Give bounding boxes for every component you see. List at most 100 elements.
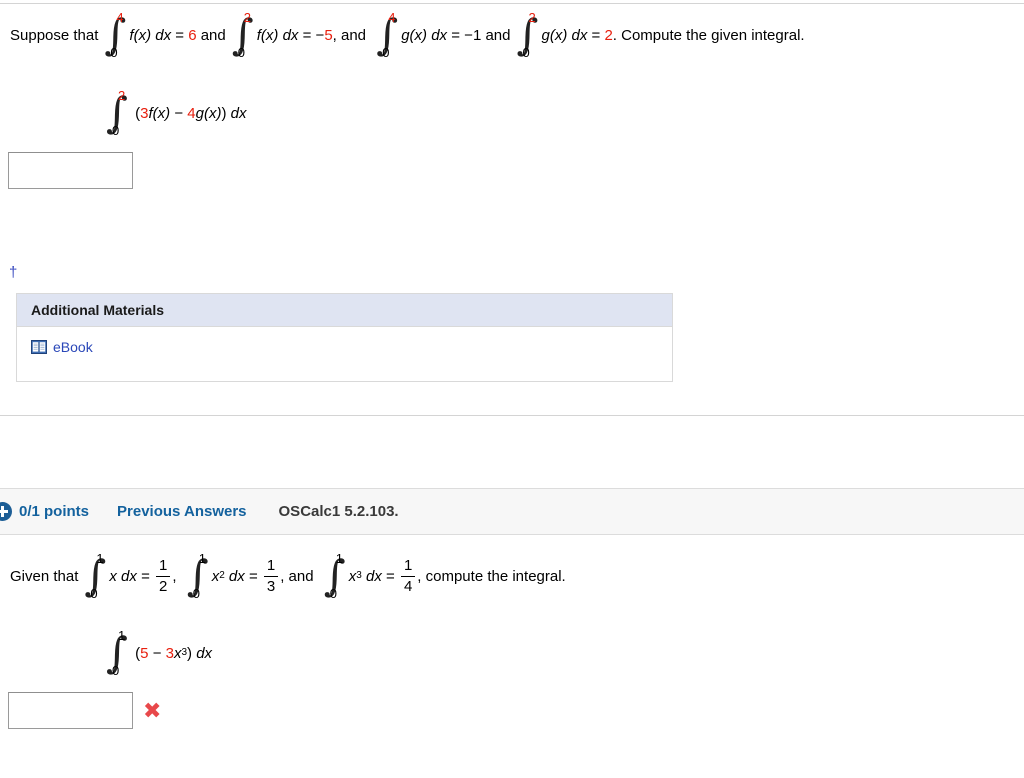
conjunction: , and [332,26,367,44]
equals-sign: = [141,567,150,585]
integrand: g(x) [401,26,428,44]
integrand: f(x) [129,26,152,44]
ebook-link[interactable]: eBook [31,339,93,355]
problem1-prompt: Suppose that ∫ 4 0 f(x) dx = 6 and ∫ 2 0… [10,10,805,60]
integral-symbol: ∫ 4 0 [102,11,128,60]
integral-upper-limit: 2 [528,10,536,25]
fraction: 1 3 [263,556,279,595]
term-2: g(x) [195,104,222,122]
plus-circle-icon[interactable] [0,502,12,521]
integral-lower-limit: 0 [112,123,120,138]
fraction-bar [156,575,171,577]
fraction-bar [400,575,416,577]
conjunction: and [485,26,511,44]
fraction-denominator: 4 [403,577,413,595]
integral-lower-limit: 0 [329,586,337,601]
points-label: 0/1 points [19,503,90,520]
minus-sign: − [464,26,473,44]
incorrect-mark: ✖ [143,699,162,724]
minus-operator: − [174,104,184,122]
integral-upper-limit: 1 [118,628,126,643]
equals-sign: = [591,26,601,44]
fraction-denominator: 3 [266,577,276,595]
fraction-denominator: 2 [159,577,168,595]
section-divider [0,415,1024,416]
conjunction: , and [280,567,314,585]
equals-sign: = [386,567,395,585]
equals-sign: = [175,26,185,44]
integral-upper-limit: 2 [243,10,251,25]
problem1-target-expression: ∫ 2 0 ( 3 f(x) − 4 g(x) ) dx [100,88,247,138]
differential: dx [230,104,247,122]
integral-lower-limit: 0 [382,45,390,60]
integrand: f(x) [256,26,279,44]
additional-materials-body: eBook [17,327,672,372]
problem2-header-bar: 0/1 points Previous Answers OSCalc1 5.2.… [0,488,1024,535]
additional-materials-panel: Additional Materials eBook [16,293,673,382]
integrand: x [109,567,117,585]
integral-upper-limit: 1 [335,551,343,566]
integral-upper-limit: 2 [118,88,126,103]
minus-operator: − [152,644,162,662]
top-divider [0,3,1024,4]
coefficient-1: 3 [140,104,149,122]
fraction-numerator: 1 [403,556,413,574]
integral-upper-limit: 4 [388,10,396,25]
integral-symbol: ∫ 1 0 [82,551,108,601]
prompt-suffix: , compute the integral. [417,567,566,585]
integrand: x [211,567,220,585]
fraction-numerator: 1 [266,556,276,574]
differential: dx [571,26,588,44]
term-2: x [173,644,182,662]
integral-symbol: ∫ 2 0 [230,10,256,60]
coefficient-2: 4 [187,104,196,122]
coefficient-1: 5 [140,644,149,662]
differential: dx [228,567,245,585]
integral-symbol: ∫ 2 0 [514,10,540,60]
problem2-answer-input[interactable] [8,692,133,729]
equals-sign: = [451,26,460,44]
integrand: x [348,567,357,585]
integral-symbol: ∫ 1 0 [104,628,130,678]
integral-lower-limit: 0 [112,663,120,678]
integral-lower-limit: 0 [90,586,98,601]
problem2-prompt-prefix: Given that [10,567,79,585]
integral-symbol: ∫ 1 0 [185,551,211,600]
minus-sign: − [315,26,325,44]
integral-upper-limit: 1 [96,551,104,566]
given-value: 1 [472,26,482,44]
integral-symbol: ∫ 4 0 [374,10,400,60]
integral-upper-limit: 1 [198,551,206,566]
equals-sign: = [248,567,258,585]
fraction-numerator: 1 [159,556,168,574]
term-1: f(x) [148,104,171,122]
previous-answers-link[interactable]: Previous Answers [117,503,247,520]
problem2-target-expression: ∫ 1 0 ( 5 − 3 x 3 ) dx [104,628,213,678]
given-value: 5 [324,26,333,44]
ebook-link-label: eBook [53,339,93,355]
given-value: 2 [604,26,613,44]
integral-lower-limit: 0 [237,45,245,60]
integral-symbol: ∫ 2 0 [104,88,130,138]
book-icon [31,340,47,354]
fraction: 1 2 [156,556,171,595]
given-value: 6 [188,26,197,44]
differential: dx [366,567,382,585]
differential: dx [431,26,448,44]
additional-materials-header: Additional Materials [17,294,672,327]
differential: dx [121,567,137,585]
integrand: g(x) [541,26,568,44]
prompt-suffix: . Compute the given integral. [612,26,805,44]
question-tag: OSCalc1 5.2.103. [278,503,399,520]
differential: dx [282,26,299,44]
fraction: 1 4 [400,556,416,595]
problem1-answer-input[interactable] [8,152,133,189]
footnote-dagger: † [9,264,18,281]
differential: dx [155,26,172,44]
integral-lower-limit: 0 [522,45,530,60]
problem2-prompt: Given that ∫ 1 0 x dx = 1 2 , ∫ 1 0 x 2 … [10,551,566,601]
problem1-prompt-prefix: Suppose that [10,26,99,44]
coefficient-2: 3 [165,644,174,662]
integral-lower-limit: 0 [110,45,118,60]
conjunction: and [200,26,226,44]
